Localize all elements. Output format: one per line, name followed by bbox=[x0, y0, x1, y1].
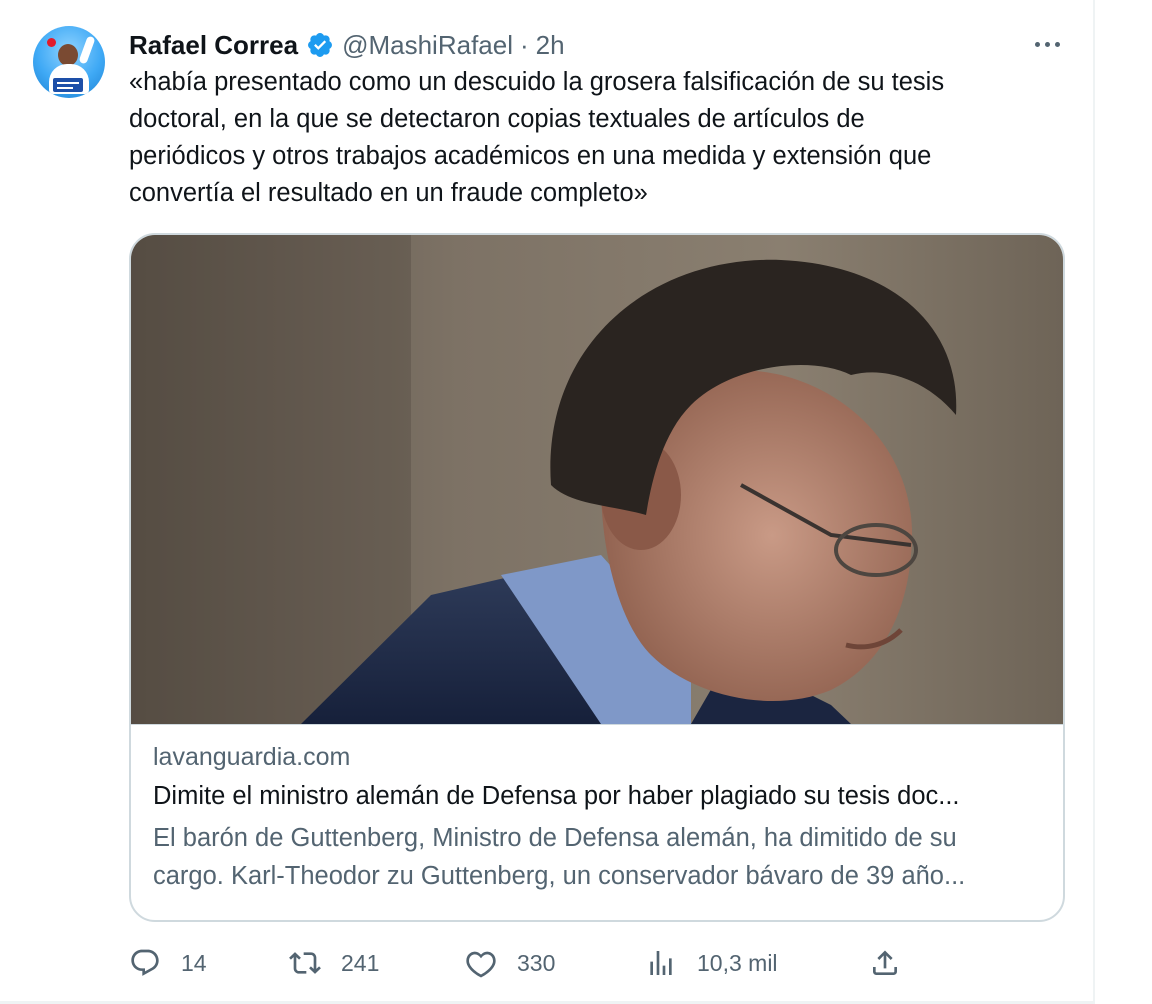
tweet-text-line: «había presentado como un descuido la gr… bbox=[129, 68, 945, 96]
author-handle[interactable]: @MashiRafael bbox=[342, 30, 513, 61]
article-image[interactable] bbox=[131, 235, 1063, 724]
reply-count: 14 bbox=[181, 949, 207, 976]
card-title[interactable]: Dimite el ministro alemán de Defensa por… bbox=[153, 782, 1041, 811]
views-chart-icon bbox=[650, 951, 672, 975]
avatar[interactable] bbox=[33, 26, 105, 98]
tweet-actions: 14 241 330 10,3 mil bbox=[129, 942, 1069, 984]
author-name[interactable]: Rafael Correa bbox=[129, 30, 298, 61]
share-button[interactable] bbox=[869, 942, 901, 984]
tweet-text-line: doctoral, en la que se detectaron copias… bbox=[129, 105, 865, 133]
tweet-text: «había presentado como un descuido la gr… bbox=[129, 64, 1069, 212]
tweet-timestamp[interactable]: 2h bbox=[536, 30, 565, 61]
views-count: 10,3 mil bbox=[697, 949, 778, 976]
like-count: 330 bbox=[517, 949, 556, 976]
link-preview-card[interactable]: lavanguardia.com Dimite el ministro alem… bbox=[129, 233, 1065, 922]
card-description: El barón de Guttenberg, Ministro de Defe… bbox=[153, 819, 1041, 895]
share-icon bbox=[873, 950, 897, 975]
header-separator: · bbox=[519, 29, 529, 60]
card-meta: lavanguardia.com Dimite el ministro alem… bbox=[131, 724, 1063, 920]
column-divider bbox=[1093, 0, 1095, 1004]
retweet-count: 241 bbox=[341, 949, 380, 976]
like-button[interactable]: 330 bbox=[465, 942, 555, 984]
views-button[interactable]: 10,3 mil bbox=[645, 942, 778, 984]
tweet-text-line: convertía el resultado en un fraude comp… bbox=[129, 179, 648, 207]
tweet-text-line: periódicos y otros trabajos académicos e… bbox=[129, 142, 932, 170]
retweet-button[interactable]: 241 bbox=[289, 942, 379, 984]
verified-badge-icon bbox=[308, 33, 333, 57]
card-domain[interactable]: lavanguardia.com bbox=[153, 743, 350, 772]
tweet-header: Rafael Correa @MashiRafael · 2h bbox=[129, 28, 565, 62]
retweet-icon bbox=[289, 952, 321, 974]
card-description-line: El barón de Guttenberg, Ministro de Defe… bbox=[153, 824, 957, 852]
more-horizontal-icon[interactable] bbox=[1030, 30, 1064, 58]
card-description-line: cargo. Karl-Theodor zu Guttenberg, un co… bbox=[153, 862, 966, 890]
heart-icon bbox=[466, 951, 496, 978]
reply-icon bbox=[131, 949, 159, 976]
reply-button[interactable]: 14 bbox=[129, 942, 207, 984]
